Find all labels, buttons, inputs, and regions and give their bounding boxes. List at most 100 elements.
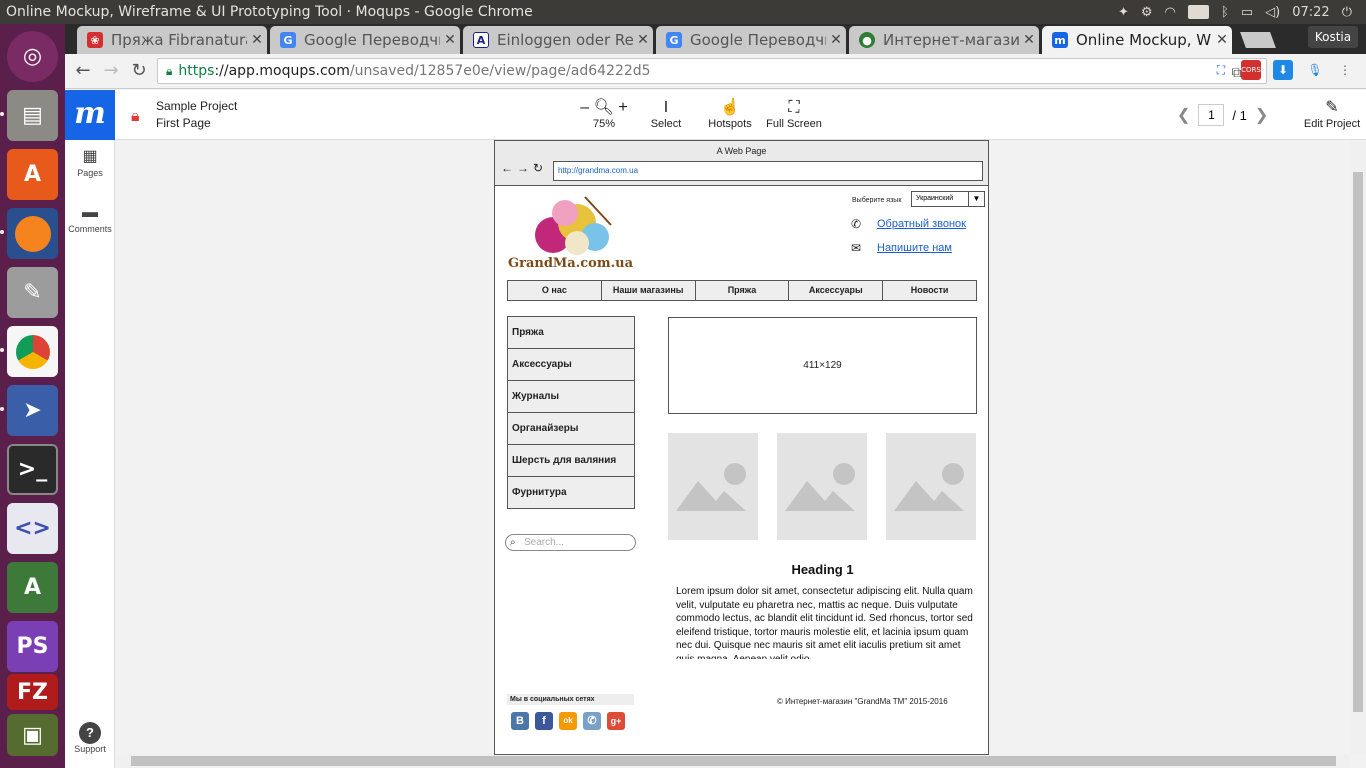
menu-item[interactable]: Аксессуары bbox=[789, 281, 884, 300]
horizontal-scrollbar[interactable] bbox=[116, 754, 1350, 768]
browser-tab[interactable]: G Google Переводчи ✕ bbox=[270, 26, 460, 54]
tab-close-icon[interactable]: ✕ bbox=[633, 32, 653, 48]
power-icon[interactable]: ⏻ bbox=[1342, 5, 1352, 20]
category-item[interactable]: Пряжа bbox=[507, 316, 635, 349]
keyboard-layout[interactable]: En bbox=[1187, 5, 1210, 19]
category-item[interactable]: Шерсть для валяния bbox=[507, 444, 635, 477]
extension-cors-icon[interactable]: CORS bbox=[1241, 60, 1261, 80]
browser-tab[interactable]: A Einloggen oder Reg ✕ bbox=[463, 26, 653, 54]
comments-label: Comments bbox=[68, 224, 112, 234]
tab-close-icon[interactable]: ✕ bbox=[1212, 32, 1232, 48]
pages-button[interactable]: ▦ Pages bbox=[65, 146, 115, 178]
category-item[interactable]: Аксессуары bbox=[507, 348, 635, 381]
main-menu: О нас Наши магазины Пряжа Аксессуары Нов… bbox=[507, 280, 977, 301]
google-plus-icon[interactable]: g+ bbox=[607, 712, 625, 730]
menu-item[interactable]: Новости bbox=[883, 281, 976, 300]
fullscreen-tool[interactable]: ⛶ Full Screen bbox=[765, 98, 823, 130]
vertical-scrollbar[interactable] bbox=[1350, 140, 1366, 755]
chrome-menu-icon[interactable]: ⋮ bbox=[1335, 60, 1355, 80]
livejournal-icon[interactable]: ✆ bbox=[583, 712, 601, 730]
mock-url-field: http://grandma.com.ua bbox=[553, 161, 983, 181]
moqups-logo[interactable]: m bbox=[65, 90, 115, 140]
browser-tab[interactable]: ● Интернет-магазин ✕ bbox=[849, 26, 1039, 54]
menu-item[interactable]: Наши магазины bbox=[602, 281, 696, 300]
callback-link[interactable]: Обратный звонок bbox=[877, 218, 966, 230]
profile-button[interactable]: Kostia bbox=[1308, 26, 1358, 48]
pencil-icon: ✎ bbox=[1325, 99, 1339, 116]
extension-mic-icon[interactable]: 🎙︎ bbox=[1305, 60, 1325, 80]
hotspots-tool[interactable]: ☝ Hotspots bbox=[705, 98, 755, 130]
lock-icon[interactable]: 🔒︎ bbox=[131, 106, 140, 126]
tab-label: Пряжа Fibranatura bbox=[111, 31, 247, 49]
app-stack-icon[interactable]: ▣ bbox=[7, 714, 58, 756]
menu-item[interactable]: Пряжа bbox=[696, 281, 790, 300]
system-settings-icon[interactable]: ✎ bbox=[7, 267, 58, 318]
page-name: First Page bbox=[156, 116, 211, 130]
extension-download-icon[interactable]: ⬇ bbox=[1273, 60, 1293, 80]
files-icon[interactable]: ▤ bbox=[7, 90, 58, 141]
tab-label: Интернет-магазин bbox=[883, 31, 1019, 49]
chrome-icon[interactable] bbox=[7, 326, 58, 377]
facebook-icon[interactable]: f bbox=[535, 712, 553, 730]
terminal-icon[interactable]: >_ bbox=[7, 444, 58, 495]
write-us-link[interactable]: Напишите нам bbox=[877, 242, 952, 254]
phpstorm-icon[interactable]: PS bbox=[7, 621, 58, 672]
extension-screen-icon[interactable]: ⛶ bbox=[1211, 60, 1231, 80]
browser-tab[interactable]: ❀ Пряжа Fibranatura ✕ bbox=[77, 26, 267, 54]
category-item[interactable]: Журналы bbox=[507, 380, 635, 413]
vk-icon[interactable]: В bbox=[511, 712, 529, 730]
project-name: Sample Project bbox=[156, 99, 238, 113]
category-item[interactable]: Органайзеры bbox=[507, 412, 635, 445]
project-info: Sample Project First Page bbox=[156, 98, 237, 132]
zoom-control[interactable]: – 🔍︎ + 75% bbox=[579, 98, 629, 130]
search-icon: ⌕ bbox=[510, 537, 516, 548]
code-editor-icon[interactable]: <> bbox=[7, 503, 58, 554]
scroll-thumb[interactable] bbox=[131, 756, 1336, 766]
filezilla-icon[interactable]: FZ bbox=[7, 674, 58, 710]
edit-project-button[interactable]: ✎ Edit Project bbox=[1303, 98, 1361, 130]
category-item[interactable]: Фурнитура bbox=[507, 476, 635, 509]
menu-item[interactable]: О нас bbox=[508, 281, 602, 300]
select-tool[interactable]: I Select bbox=[645, 98, 687, 130]
volume-icon[interactable]: ◁) bbox=[1265, 5, 1280, 20]
write-us-row: ✉ Напишите нам bbox=[851, 241, 952, 255]
settings-icon[interactable]: ⚙ bbox=[1141, 5, 1153, 20]
forward-icon[interactable]: → bbox=[99, 60, 123, 84]
hotspots-label: Hotspots bbox=[708, 118, 752, 130]
browser-tab[interactable]: G Google Переводчи ✕ bbox=[656, 26, 846, 54]
software-center-icon[interactable]: A bbox=[7, 149, 58, 200]
bluetooth-icon[interactable]: ᛒ bbox=[1221, 5, 1229, 20]
wifi-icon[interactable]: ◠ bbox=[1165, 5, 1176, 20]
battery-icon[interactable]: ▭ bbox=[1241, 5, 1253, 20]
address-bar[interactable]: 🔒︎ https://app.moqups.com/unsaved/12857e0… bbox=[157, 58, 1267, 84]
screenshot-tool-icon[interactable]: ➤ bbox=[7, 385, 58, 436]
clock[interactable]: 07:22 bbox=[1292, 5, 1329, 20]
tab-close-icon[interactable]: ✕ bbox=[826, 32, 846, 48]
ubuntu-dash-icon[interactable]: ◎ bbox=[7, 31, 58, 82]
search-input[interactable]: ⌕ Search... bbox=[505, 534, 636, 551]
browser-tab-active[interactable]: m Online Mockup, Wi ✕ bbox=[1042, 26, 1232, 54]
back-icon[interactable]: ← bbox=[71, 60, 95, 84]
reload-icon[interactable]: ↻ bbox=[127, 60, 151, 84]
odnoklassniki-icon[interactable]: ok bbox=[559, 712, 577, 730]
comments-icon: ▬ bbox=[82, 204, 98, 221]
prev-page-icon[interactable]: ❮ bbox=[1177, 105, 1190, 125]
translate-icon[interactable]: ⧉ bbox=[1231, 61, 1241, 85]
tab-close-icon[interactable]: ✕ bbox=[440, 32, 460, 48]
android-studio-icon[interactable]: A bbox=[7, 562, 58, 613]
firefox-icon[interactable] bbox=[7, 208, 58, 259]
zoom-out-button[interactable]: – bbox=[580, 99, 589, 116]
comments-button[interactable]: ▬ Comments bbox=[65, 202, 115, 234]
url-path: /unsaved/12857e0e/view/page/ad64222d5 bbox=[349, 63, 651, 79]
page-number-input[interactable]: 1 bbox=[1198, 104, 1225, 126]
tab-close-icon[interactable]: ✕ bbox=[247, 32, 267, 48]
select-label: Select bbox=[650, 118, 682, 130]
dropbox-icon[interactable]: ✦ bbox=[1118, 5, 1129, 20]
next-page-icon[interactable]: ❯ bbox=[1255, 105, 1268, 125]
tab-close-icon[interactable]: ✕ bbox=[1019, 32, 1039, 48]
language-select[interactable]: Украинский ▼ bbox=[911, 191, 985, 207]
scroll-thumb[interactable] bbox=[1353, 172, 1363, 712]
new-tab-button[interactable] bbox=[1240, 32, 1276, 48]
zoom-in-button[interactable]: + bbox=[618, 99, 627, 116]
support-button[interactable]: ? Support bbox=[65, 722, 115, 754]
